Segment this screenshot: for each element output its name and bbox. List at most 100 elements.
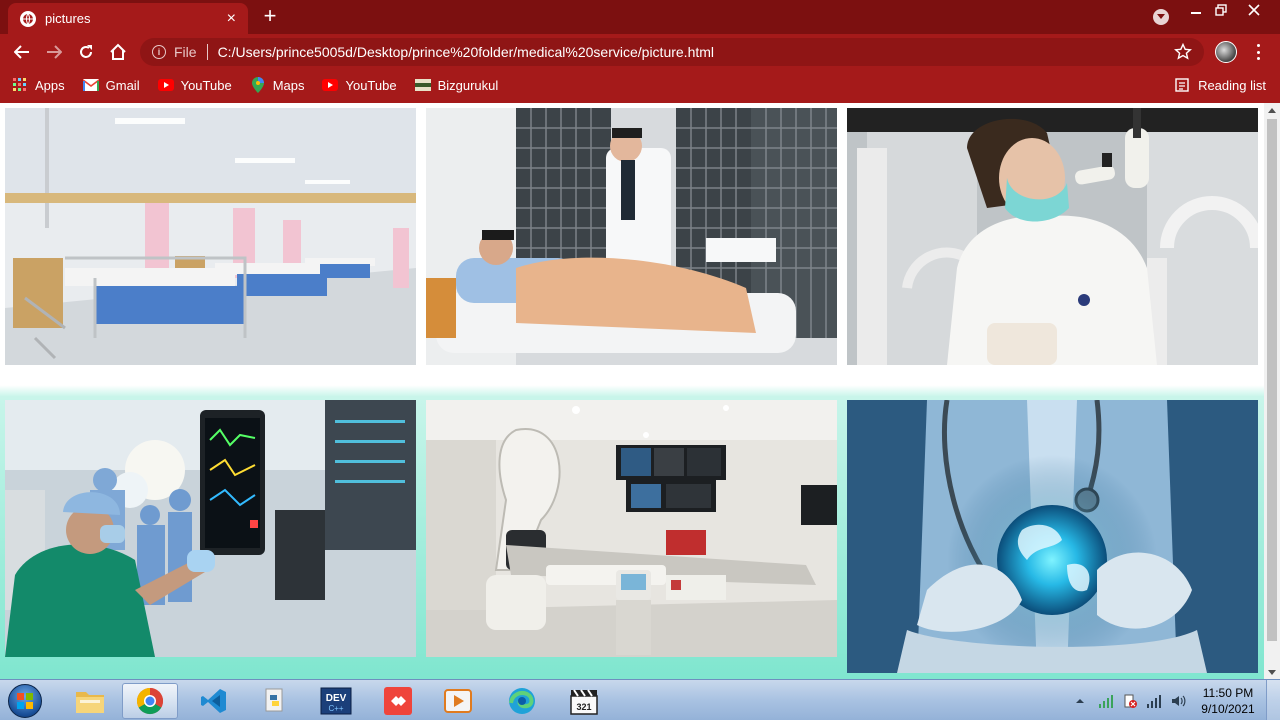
reading-list-icon (1175, 78, 1189, 92)
apps-grid-icon (12, 78, 28, 92)
clock-time: 11:50 PM (1202, 686, 1254, 700)
clapper-icon: 321 (570, 689, 598, 715)
bookmark-bizgurukul[interactable]: Bizgurukul (414, 77, 499, 93)
menu-dot (1256, 57, 1260, 60)
edge-icon (509, 688, 535, 714)
bookmark-label: Bizgurukul (437, 77, 499, 93)
maps-icon (250, 77, 266, 93)
arrow-down-icon (1268, 669, 1276, 675)
tab-title: pictures (45, 11, 91, 26)
chevron-down-icon (1157, 14, 1165, 19)
menu-dot (1256, 50, 1260, 54)
bookmark-label: Maps (272, 77, 305, 93)
minimize-icon (1191, 12, 1201, 14)
taskbar-media-player[interactable] (430, 683, 486, 719)
wifi-signal-icon[interactable] (1146, 693, 1162, 709)
windows-logo-icon (8, 684, 42, 718)
imaging-room-photo (426, 400, 837, 657)
network-signal-icon[interactable] (1098, 693, 1114, 709)
volume-icon[interactable] (1170, 693, 1186, 709)
bookmark-gmail[interactable]: Gmail (82, 77, 140, 93)
show-desktop-button[interactable] (1266, 680, 1280, 720)
scroll-down-button[interactable] (1264, 665, 1280, 679)
svg-text:DEV: DEV (326, 693, 347, 704)
hospital-ward-photo (5, 108, 416, 365)
close-window-button[interactable] (1240, 0, 1268, 20)
folder-icon (76, 692, 104, 713)
bookmarks-bar: Apps Gmail YouTube Maps YouTube Bizguruk… (0, 70, 1280, 100)
arrow-up-icon (1268, 107, 1276, 113)
bookmark-apps[interactable]: Apps (12, 78, 65, 93)
page-scrollbar[interactable] (1264, 103, 1280, 679)
youtube-icon (157, 78, 174, 92)
gmail-icon (82, 78, 99, 92)
lab-scientist-photo (847, 108, 1258, 365)
bookmark-youtube[interactable]: YouTube (157, 77, 232, 93)
arrow-left-icon (14, 45, 29, 59)
anydesk-icon (384, 687, 412, 715)
reload-button[interactable] (74, 40, 98, 64)
media-player-icon (444, 689, 472, 713)
clock-date: 9/10/2021 (1201, 702, 1255, 716)
bookmark-star-icon[interactable] (1174, 43, 1192, 61)
start-button[interactable] (4, 681, 46, 720)
windows-taskbar: DEV C++ 321 11:50 PM 9/10/2021 (0, 679, 1280, 720)
chrome-icon (136, 687, 164, 715)
tab-search-button[interactable] (1153, 9, 1169, 25)
taskbar-file-explorer[interactable] (62, 683, 118, 719)
surgery-room-photo (5, 400, 416, 657)
url-separator (206, 44, 208, 60)
taskbar-edge[interactable] (494, 683, 550, 719)
url-text[interactable]: C:/Users/prince5005d/Desktop/prince%20fo… (218, 44, 1174, 60)
home-button[interactable] (106, 40, 130, 64)
page-content (0, 103, 1264, 679)
system-clock[interactable]: 11:50 PM 9/10/2021 (1196, 685, 1260, 717)
info-icon[interactable]: i (152, 45, 166, 59)
home-icon (110, 43, 126, 60)
url-scheme: File (174, 44, 197, 60)
svg-text:C++: C++ (328, 704, 343, 713)
taskbar-devcpp[interactable]: DEV C++ (308, 683, 364, 719)
close-icon (1248, 4, 1260, 16)
arrow-right-icon (47, 45, 62, 59)
taskbar-python[interactable] (246, 683, 302, 719)
bizgurukul-icon (414, 78, 431, 92)
bookmark-label: Gmail (105, 77, 140, 93)
action-center-icon[interactable] (1122, 693, 1138, 709)
global-health-photo (847, 400, 1258, 673)
scroll-up-button[interactable] (1264, 103, 1280, 117)
devcpp-icon: DEVC++ (320, 687, 352, 715)
youtube-icon (322, 78, 339, 92)
maximize-button[interactable] (1207, 0, 1235, 20)
tab-strip: pictures × + (0, 0, 1280, 34)
taskbar-anydesk[interactable] (370, 683, 426, 719)
address-bar[interactable]: i File C:/Users/prince5005d/Desktop/prin… (140, 38, 1204, 66)
bookmark-maps[interactable]: Maps (250, 77, 305, 93)
taskbar-vscode[interactable] (186, 683, 242, 719)
new-tab-button[interactable]: + (260, 5, 280, 27)
reload-icon (80, 45, 92, 58)
doctor-patient-photo (426, 108, 837, 365)
vscode-icon (201, 689, 226, 713)
system-tray (1074, 680, 1186, 720)
restore-icon (1215, 4, 1227, 16)
minimize-button[interactable] (1182, 0, 1210, 20)
bookmark-label: Apps (35, 77, 65, 93)
taskbar-chrome[interactable] (122, 683, 178, 719)
svg-text:321: 321 (576, 702, 591, 712)
browser-tab[interactable]: pictures × (8, 3, 248, 34)
forward-button[interactable] (42, 40, 66, 64)
browser-menu-button[interactable] (1250, 42, 1266, 62)
bookmark-label: YouTube (180, 77, 232, 93)
scrollbar-thumb[interactable] (1267, 119, 1277, 641)
reading-list-button[interactable]: Reading list (1175, 70, 1266, 100)
menu-dot (1256, 44, 1260, 47)
tab-close-button[interactable]: × (227, 10, 236, 27)
bookmark-youtube-2[interactable]: YouTube (322, 78, 397, 93)
python-icon (265, 688, 283, 712)
profile-avatar[interactable] (1215, 41, 1237, 63)
globe-icon (20, 10, 36, 27)
back-button[interactable] (10, 40, 34, 64)
taskbar-media-player-classic[interactable]: 321 (556, 683, 612, 719)
show-hidden-icons-icon[interactable] (1074, 695, 1086, 707)
